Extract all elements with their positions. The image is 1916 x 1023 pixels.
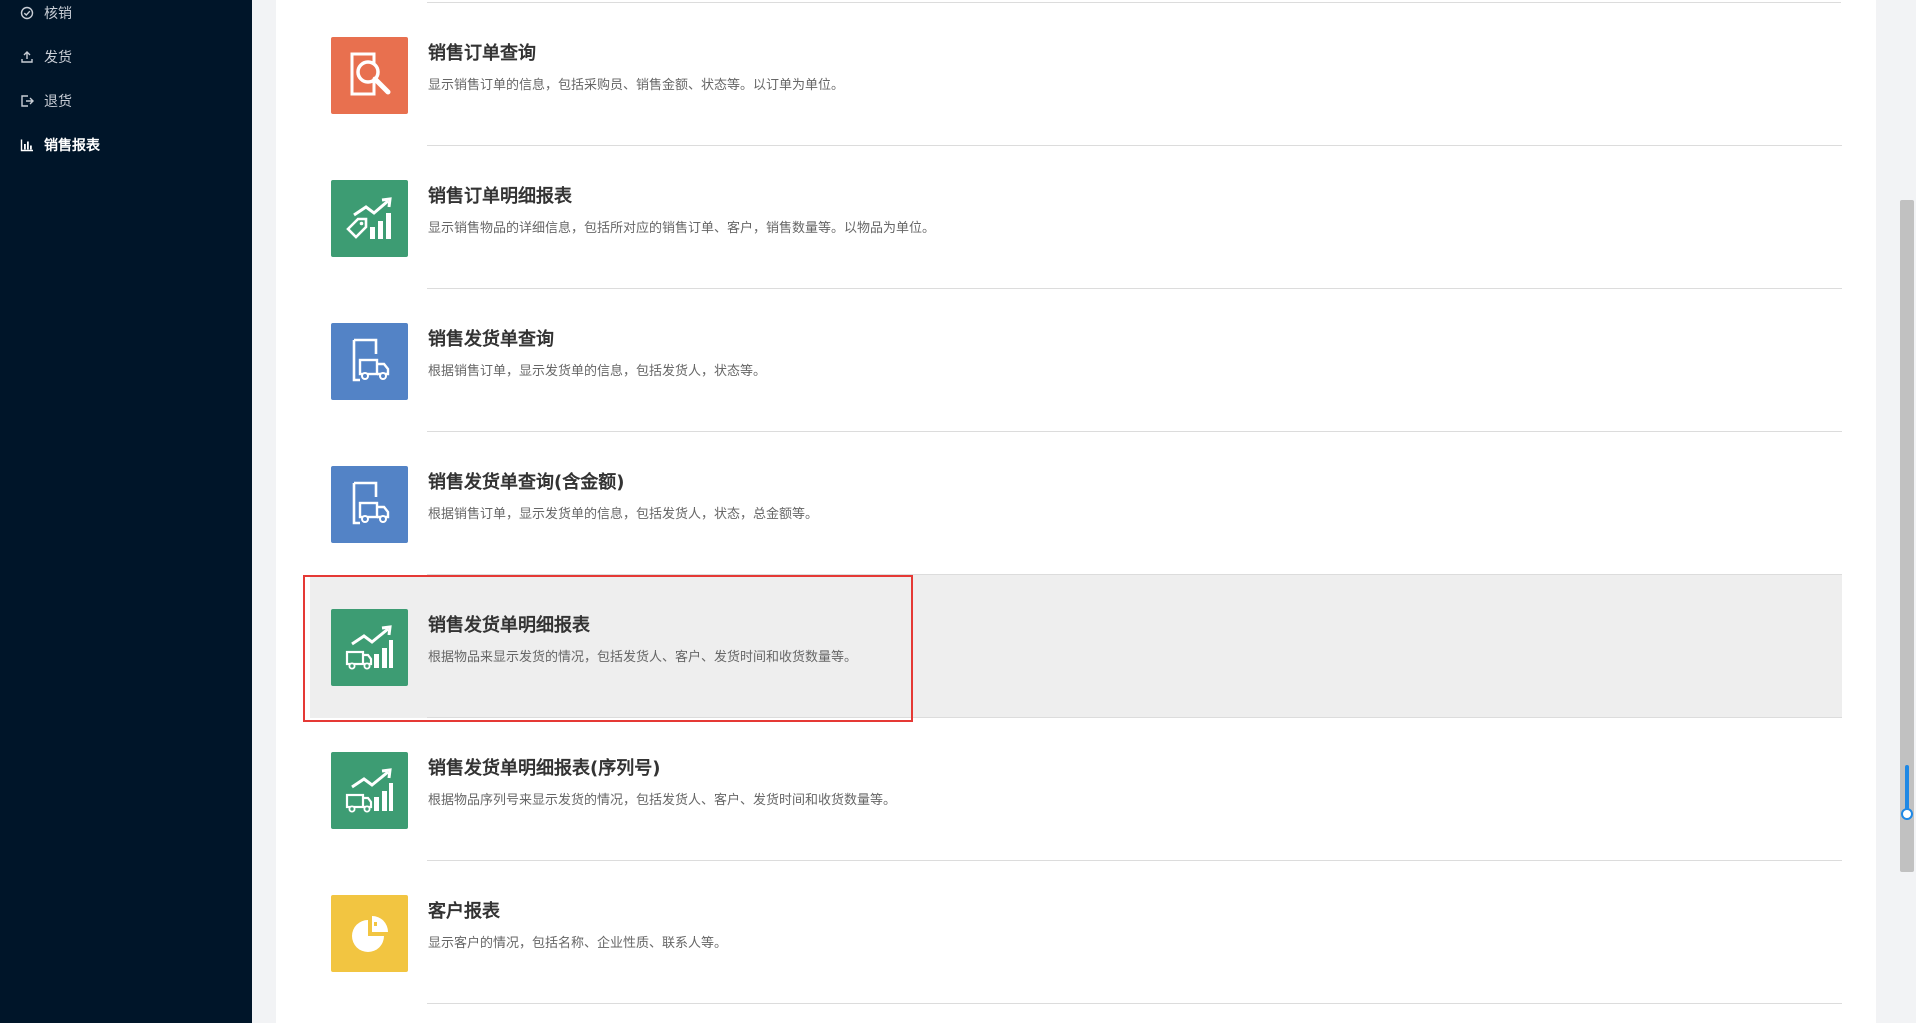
divider — [427, 1003, 1842, 1004]
check-circle-icon — [20, 6, 34, 20]
report-description: 根据物品序列号来显示发货的情况，包括发货人、客户、发货时间和收货数量等。 — [428, 793, 897, 808]
sidebar-item-shipping[interactable]: 发货 — [0, 35, 252, 79]
sidebar-item-label: 核销 — [44, 6, 72, 22]
report-title: 客户报表 — [428, 901, 500, 922]
report-title: 销售订单明细报表 — [428, 186, 572, 207]
report-description: 显示客户的情况，包括名称、企业性质、联系人等。 — [428, 936, 728, 951]
tag-growth-chart-icon — [331, 180, 408, 257]
report-title: 销售发货单查询 — [428, 329, 554, 350]
report-item-sales-order-detail[interactable]: 销售订单明细报表 显示销售物品的详细信息，包括所对应的销售订单、客户，销售数量等… — [326, 146, 1842, 289]
delivery-document-icon — [331, 466, 408, 543]
bar-chart-icon — [20, 138, 34, 152]
highlight-box — [303, 575, 913, 722]
report-item-delivery-order-query[interactable]: 销售发货单查询 根据销售订单，显示发货单的信息，包括发货人，状态等。 — [326, 289, 1842, 432]
report-item-customer-report[interactable]: 客户报表 显示客户的情况，包括名称、企业性质、联系人等。 — [326, 861, 1842, 1004]
logout-icon — [20, 94, 34, 108]
delivery-document-icon — [331, 323, 408, 400]
sidebar-item-sales-reports[interactable]: 销售报表 — [0, 123, 252, 167]
report-item-delivery-detail-serial[interactable]: 销售发货单明细报表(序列号) 根据物品序列号来显示发货的情况，包括发货人、客户、… — [326, 718, 1842, 861]
report-title: 销售发货单查询(含金额) — [428, 472, 625, 493]
report-item-delivery-order-query-amount[interactable]: 销售发货单查询(含金额) 根据销售订单，显示发货单的信息，包括发货人，状态，总金… — [326, 432, 1842, 575]
upload-icon — [20, 50, 34, 64]
report-description: 显示销售订单的信息，包括采购员、销售金额、状态等。以订单为单位。 — [428, 78, 845, 93]
report-description: 显示销售物品的详细信息，包括所对应的销售订单、客户，销售数量等。以物品为单位。 — [428, 221, 936, 236]
report-title: 销售订单查询 — [428, 43, 536, 64]
sidebar-item-verification[interactable]: 核销 — [0, 0, 252, 35]
scroll-slider-knob[interactable] — [1901, 808, 1913, 820]
sidebar-item-label: 退货 — [44, 94, 72, 110]
pie-chart-icon — [331, 895, 408, 972]
report-item-sales-order-query[interactable]: 销售订单查询 显示销售订单的信息，包括采购员、销售金额、状态等。以订单为单位。 — [326, 3, 1842, 146]
report-description: 根据销售订单，显示发货单的信息，包括发货人，状态等。 — [428, 364, 767, 379]
search-document-icon — [331, 37, 408, 114]
sidebar-item-label: 发货 — [44, 50, 72, 66]
truck-growth-chart-icon — [331, 752, 408, 829]
report-title: 销售发货单明细报表(序列号) — [428, 758, 661, 779]
sidebar: 核销 发货 退货 销售报表 — [0, 0, 252, 1023]
sidebar-item-label: 销售报表 — [44, 138, 100, 154]
sidebar-item-returns[interactable]: 退货 — [0, 79, 252, 123]
report-description: 根据销售订单，显示发货单的信息，包括发货人，状态，总金额等。 — [428, 507, 819, 522]
